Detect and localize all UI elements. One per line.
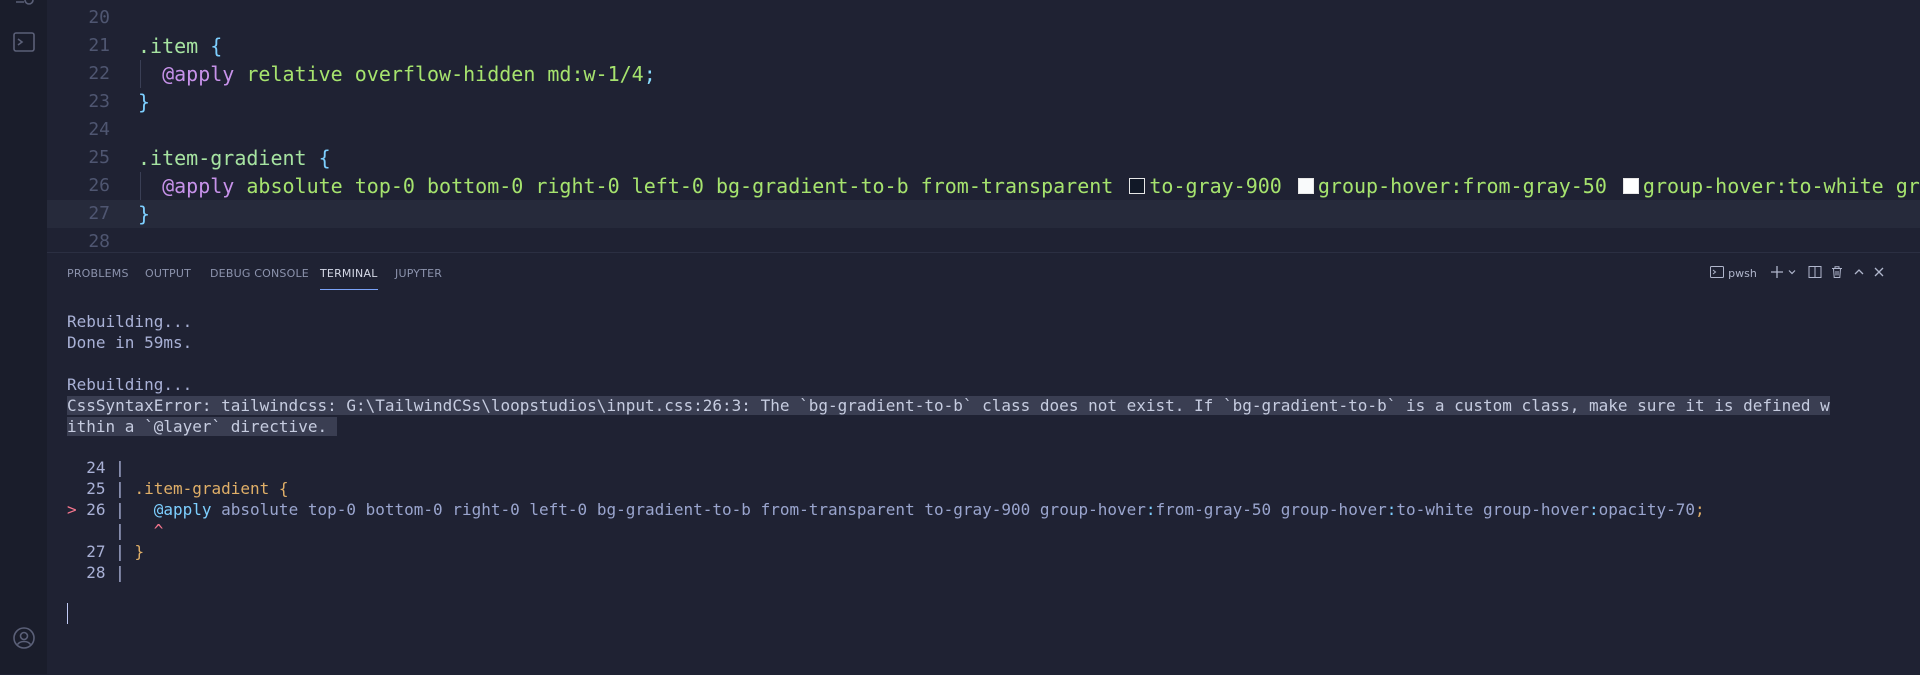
code-text: @apply relative overflow-hidden md:w-1/4… [138,60,656,88]
new-terminal-button[interactable] [1770,263,1784,285]
line-number: 22 [88,63,110,84]
activity-bar [0,0,47,674]
code-line[interactable]: 24 [47,116,1920,144]
code-text: } [138,200,150,228]
bottom-panel: PROBLEMS OUTPUT DEBUG CONSOLE TERMINAL J… [47,252,1920,675]
tab-jupyter[interactable]: JUPYTER [395,263,442,289]
code-token: to-gray-900 [1149,174,1294,198]
line-number: 25 [88,147,110,168]
code-token: @apply [138,62,235,86]
code-editor[interactable]: 20 21 .item {22 @apply relative overflow-h… [47,0,1920,252]
frame-colon: : [1145,500,1156,519]
code-token: @apply [138,174,235,198]
frame-line-24: 24 | [67,458,125,477]
frame-colon: : [1589,500,1599,519]
shell-label: pwsh [1728,267,1757,280]
frame-line-number: 27 | [67,542,135,561]
error-message-line: ithin a `@layer` directive. [67,417,337,436]
code-token: ; [643,62,656,86]
error-message-line: CssSyntaxError: tailwindcss: G:\Tailwind… [67,396,1830,415]
account-icon[interactable] [12,626,36,650]
color-swatch-icon[interactable] [1297,178,1314,194]
chevron-down-icon [1788,270,1796,275]
maximize-panel-button[interactable] [1853,263,1865,285]
tab-output[interactable]: OUTPUT [145,263,191,289]
error-caret: ^ [153,521,164,540]
frame-at-rule: @apply [153,500,212,519]
tab-terminal[interactable]: TERMINAL [320,263,378,290]
frame-line-number: 25 | [67,479,135,498]
code-token: .item [138,34,199,58]
line-number: 23 [88,91,110,112]
frame-semicolon: ; [1694,500,1705,519]
code-line[interactable]: 27} [47,200,1920,228]
terminal-icon [1710,266,1724,278]
terminal-shell-selector[interactable]: pwsh [1710,263,1757,285]
code-token: group-hover:to-white group-hover:opacity… [1642,174,1920,198]
error-line-marker: > [67,500,87,519]
split-icon [1808,266,1822,278]
code-token: { [198,34,223,58]
code-text: } [138,88,150,116]
frame-selector: .item-gradient { [134,479,289,498]
terminal-view-icon[interactable] [12,30,36,54]
trash-icon [1832,266,1842,278]
code-token: relative overflow-hidden md:w-1/4 [234,62,644,86]
color-swatch-icon[interactable] [1129,178,1146,194]
terminal-line: Rebuilding... [67,375,193,394]
indent-guide [140,60,141,88]
chevron-up-icon [1854,269,1864,275]
code-line[interactable]: 28 [47,228,1920,252]
frame-brace: } [134,542,145,561]
frame-line-28: 28 | [67,563,125,582]
color-swatch-icon[interactable] [1622,178,1639,194]
close-icon [1874,267,1884,277]
tab-debug-console[interactable]: DEBUG CONSOLE [210,263,309,289]
code-line[interactable]: 23} [47,88,1920,116]
indent-guide [140,172,141,200]
line-number: 20 [88,7,110,28]
split-terminal-button[interactable] [1808,263,1822,285]
code-text: .item { [138,32,222,60]
close-panel-button[interactable] [1873,263,1885,285]
frame-text: from-gray-50 group-hover [1155,500,1387,519]
code-line[interactable]: 21 .item { [47,32,1920,60]
code-line[interactable]: 20 [47,4,1920,32]
line-number: 27 [88,203,110,224]
frame-text: to-white group-hover [1396,500,1590,519]
terminal-line: Done in 59ms. [67,333,193,352]
kill-terminal-button[interactable] [1830,263,1844,285]
frame-text: opacity-70 [1598,500,1695,519]
code-token: group-hover:from-gray-50 [1317,174,1619,198]
terminal-dropdown-button[interactable] [1787,263,1797,285]
frame-colon: : [1386,500,1397,519]
code-line[interactable]: 26 @apply absolute top-0 bottom-0 right-… [47,172,1920,200]
code-token: } [138,202,151,226]
panel-actions: pwsh [1710,263,1910,285]
frame-caret-pipe: | [67,521,154,540]
terminal-output[interactable]: Rebuilding... Done in 59ms. Rebuilding..… [67,311,1907,437]
code-line[interactable]: 22 @apply relative overflow-hidden md:w-… [47,60,1920,88]
line-number: 24 [88,119,110,140]
terminal-cursor [67,603,68,624]
code-text: .item-gradient { [138,144,331,172]
debug-icon[interactable] [12,0,36,16]
code-text: @apply absolute top-0 bottom-0 right-0 l… [138,172,1920,200]
frame-text: absolute top-0 bottom-0 right-0 left-0 b… [211,500,1146,519]
tab-problems[interactable]: PROBLEMS [67,263,129,289]
line-number: 26 [88,175,110,196]
terminal-line: Rebuilding... [67,312,193,331]
code-token: { [306,146,331,170]
frame-line-number: 26 | [86,500,154,519]
code-line[interactable]: 25 .item-gradient { [47,144,1920,172]
code-token: } [138,90,151,114]
code-token: .item-gradient [138,146,307,170]
plus-icon [1771,266,1783,278]
code-token: absolute top-0 bottom-0 right-0 left-0 b… [234,174,1126,198]
line-number: 21 [88,35,110,56]
line-number: 28 [88,231,110,252]
